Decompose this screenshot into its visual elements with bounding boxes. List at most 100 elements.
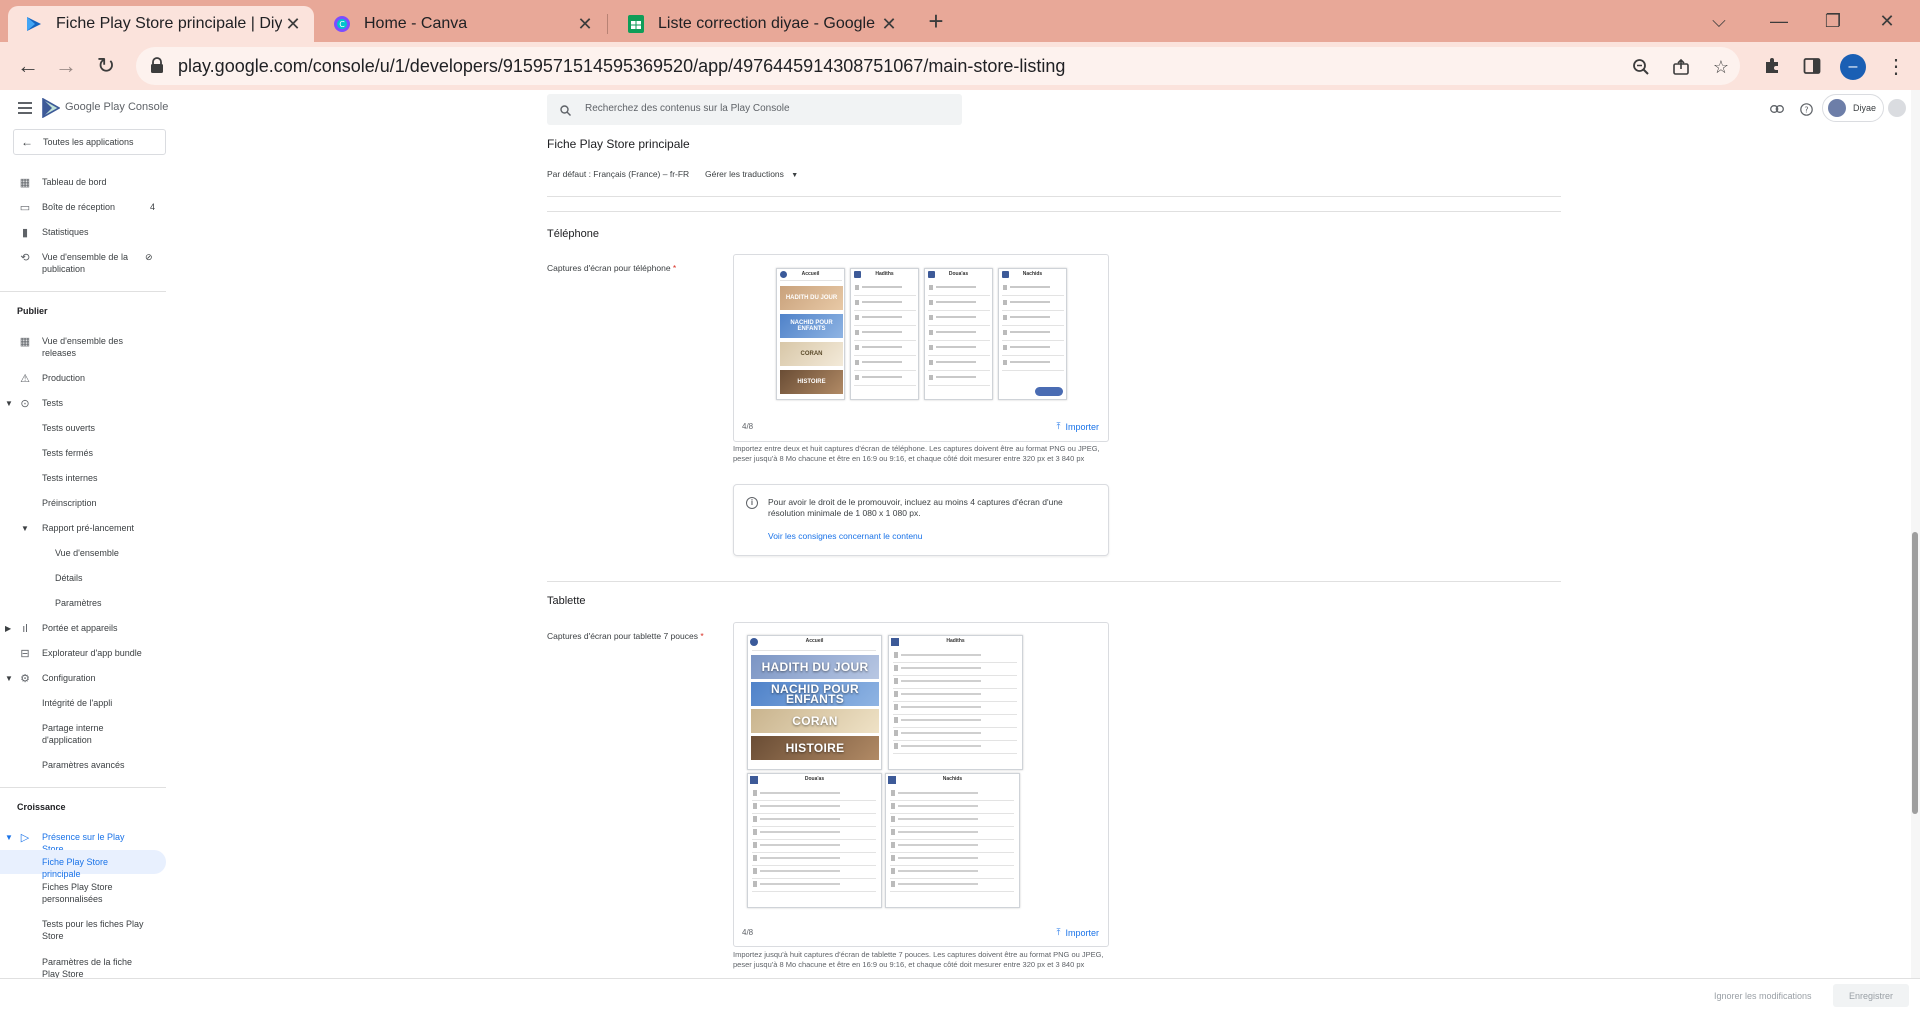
zoom-icon[interactable]	[1630, 56, 1652, 78]
tablet-screenshot-home[interactable]: Accueil HADITH DU JOUR NACHID POUR ENFAN…	[747, 635, 882, 770]
save-button[interactable]: Enregistrer	[1833, 984, 1909, 1007]
page-title: Fiche Play Store principale	[547, 137, 690, 151]
tablet-screenshot-nachids[interactable]: Nachids	[885, 773, 1020, 908]
sidebar-item-inbox[interactable]: ▭ Boîte de réception 4	[0, 201, 166, 215]
reload-icon[interactable]: ↻	[92, 52, 120, 80]
sidebar-item-production[interactable]: ⚠ Production	[0, 372, 166, 386]
sidebar-item-prelaunch-report[interactable]: ▼ Rapport pré-lancement	[0, 522, 166, 536]
sidebar-item-custom-listings[interactable]: Fiches Play Store personnalisées	[0, 881, 166, 907]
developer-account-chip[interactable]: Diyae	[1822, 94, 1884, 122]
sidebar-item-open-tests[interactable]: Tests ouverts	[0, 422, 166, 436]
tablet-screenshot-hadiths[interactable]: Hadiths	[888, 635, 1023, 770]
close-window-icon[interactable]: ✕	[1864, 4, 1910, 38]
list-text-line	[898, 792, 978, 794]
list-thumbnail	[891, 803, 895, 809]
tablet-screenshots-upload-box[interactable]: Accueil HADITH DU JOUR NACHID POUR ENFAN…	[733, 622, 1109, 947]
sidebar-item-app-integrity[interactable]: Intégrité de l'appli	[0, 697, 166, 711]
close-tab-icon[interactable]: ✕	[878, 13, 900, 35]
bookmark-star-icon[interactable]: ☆	[1710, 56, 1732, 78]
close-tab-icon[interactable]: ✕	[282, 13, 304, 35]
user-avatar[interactable]	[1888, 99, 1906, 117]
tab-search-chevron-icon[interactable]: ⌵	[1696, 4, 1742, 38]
sidebar-item-store-presence[interactable]: ▼ ▷ Présence sur le Play Store	[0, 831, 166, 854]
sidebar-item-bundle-explorer[interactable]: ⊟ Explorateur d'app bundle	[0, 647, 166, 661]
list-thumbnail	[894, 691, 898, 697]
list-thumbnail	[891, 868, 895, 874]
all-apps-button[interactable]: ← Toutes les applications	[13, 129, 166, 155]
share-icon[interactable]	[1670, 56, 1692, 78]
address-bar[interactable]: play.google.com/console/u/1/developers/9…	[136, 47, 1740, 85]
list-text-line	[1010, 301, 1050, 303]
side-panel-icon[interactable]	[1800, 54, 1824, 78]
restore-window-icon[interactable]: ❐	[1810, 4, 1856, 38]
list-thumbnail	[753, 881, 757, 887]
sidebar-item-internal-tests[interactable]: Tests internes	[0, 472, 166, 486]
back-arrow-icon[interactable]: ←	[14, 52, 42, 80]
sidebar-item-dashboard[interactable]: ▦ Tableau de bord	[0, 176, 166, 190]
sidebar-item-advanced-settings[interactable]: Paramètres avancés	[0, 759, 166, 773]
browser-tab-sheets[interactable]: Liste correction diyae - Google Sh ✕	[610, 6, 910, 42]
sidebar-item-tests[interactable]: ▼ ⊙ Tests	[0, 397, 166, 411]
tablet-import-button[interactable]: ⤒ Importer	[1057, 927, 1100, 938]
list-divider	[854, 325, 916, 326]
upload-icon: ⤒	[1056, 927, 1061, 937]
sidebar-item-configuration[interactable]: ▼ ⚙ Configuration	[0, 672, 166, 686]
page-scrollbar-thumb[interactable]	[1912, 532, 1918, 814]
browser-tab-play-console[interactable]: Fiche Play Store principale | Diyae ✕	[8, 6, 314, 42]
sidebar-item-publishing-overview[interactable]: ⟲ Vue d'ensemble de la publication ⊘	[0, 251, 166, 277]
hamburger-menu-icon[interactable]	[18, 102, 32, 114]
list-text-line	[901, 654, 981, 656]
browser-tab-strip: Fiche Play Store principale | Diyae ✕ C …	[0, 0, 1920, 42]
forward-arrow-icon[interactable]: →	[52, 52, 80, 80]
minimize-icon[interactable]: —	[1756, 4, 1802, 38]
phone-screenshot-hadiths[interactable]: Hadiths	[850, 268, 919, 400]
sidebar-item-prelaunch-settings[interactable]: Paramètres	[0, 597, 166, 611]
list-thumbnail	[1003, 285, 1007, 290]
manage-translations-dropdown[interactable]: Gérer les traductions ▼	[705, 169, 798, 179]
list-thumbnail	[894, 652, 898, 658]
sidebar-item-listing-settings[interactable]: Paramètres de la fiche Play Store	[0, 956, 166, 978]
browser-menu-kebab-icon[interactable]: ⋮	[1886, 54, 1906, 80]
list-thumbnail	[753, 790, 757, 796]
link-icon[interactable]	[1769, 101, 1785, 117]
help-icon[interactable]: ?	[1798, 101, 1814, 117]
phone-import-button[interactable]: ⤒ Importer	[1057, 421, 1100, 432]
list-thumbnail	[753, 855, 757, 861]
upload-icon: ⤒	[1056, 421, 1061, 431]
sidebar-item-releases-overview[interactable]: ▦ Vue d'ensemble des releases	[0, 335, 166, 361]
sidebar-item-statistics[interactable]: ▮ Statistiques	[0, 226, 166, 240]
list-text-line	[898, 870, 978, 872]
discard-changes-button[interactable]: Ignorer les modifications	[1714, 991, 1812, 1001]
sidebar-item-main-store-listing[interactable]: Fiche Play Store principale	[0, 850, 166, 879]
extensions-puzzle-icon[interactable]	[1760, 54, 1784, 78]
sidebar-item-listing-tests[interactable]: Tests pour les fiches Play Store	[0, 918, 166, 944]
sidebar-item-closed-tests[interactable]: Tests fermés	[0, 447, 166, 461]
list-thumbnail	[894, 665, 898, 671]
list-thumbnail	[753, 868, 757, 874]
new-tab-button[interactable]: +	[922, 8, 950, 36]
list-text-line	[898, 844, 978, 846]
list-divider	[752, 813, 876, 814]
browser-tab-canva[interactable]: C Home - Canva ✕	[316, 6, 606, 42]
sidebar-item-prelaunch-overview[interactable]: Vue d'ensemble	[0, 547, 166, 561]
console-search-input[interactable]: Recherchez des contenus sur la Play Cons…	[547, 94, 962, 125]
list-thumbnail	[894, 730, 898, 736]
list-text-line	[1010, 286, 1050, 288]
close-tab-icon[interactable]: ✕	[574, 13, 596, 35]
tablet-screenshot-douaas[interactable]: Doua'as	[747, 773, 882, 908]
phone-screenshots-help-text: Importez entre deux et huit captures d'é…	[733, 444, 1100, 463]
sidebar-item-prelaunch-details[interactable]: Détails	[0, 572, 166, 586]
content-guidelines-link[interactable]: Voir les consignes concernant le contenu	[768, 531, 923, 541]
phone-screenshots-upload-box[interactable]: Accueil HADITH DU JOUR NACHID POUR ENFAN…	[733, 254, 1109, 442]
console-brand-name[interactable]: Google Play Console	[65, 101, 168, 113]
sidebar-item-reach-devices[interactable]: ▶ ıl Portée et appareils	[0, 622, 166, 636]
sidebar-item-preregistration[interactable]: Préinscription	[0, 497, 166, 511]
list-thumbnail	[1003, 330, 1007, 335]
sidebar-item-internal-sharing[interactable]: Partage interne d'application	[0, 722, 166, 748]
phone-screenshot-douaas[interactable]: Doua'as	[924, 268, 993, 400]
browser-profile-avatar[interactable]: –	[1840, 54, 1866, 80]
google-play-console-logo-icon[interactable]	[42, 97, 61, 119]
phone-screenshot-nachids[interactable]: Nachids	[998, 268, 1067, 400]
phone-screenshot-home[interactable]: Accueil HADITH DU JOUR NACHID POUR ENFAN…	[776, 268, 845, 400]
list-thumbnail	[929, 345, 933, 350]
